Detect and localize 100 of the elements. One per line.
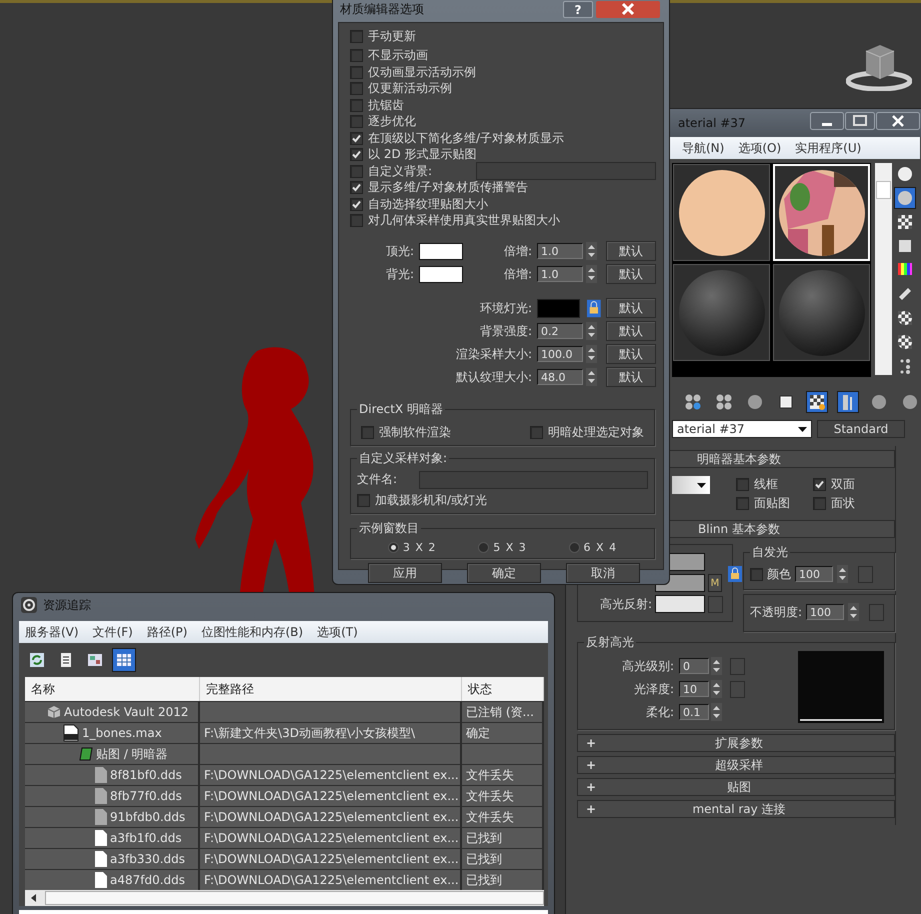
spinner-arrows-icon[interactable] (711, 703, 722, 721)
default-button[interactable]: 默认 (606, 298, 656, 318)
number-field[interactable]: 100.0 (537, 346, 583, 362)
radio-label: 3 X 2 (402, 541, 436, 554)
close-icon[interactable] (876, 112, 920, 130)
spinner-arrows-icon[interactable] (837, 565, 848, 583)
radio-button[interactable] (568, 542, 580, 553)
default-button[interactable]: 默认 (606, 367, 656, 387)
field-label: 光泽度: (632, 680, 674, 698)
background-field[interactable] (476, 162, 656, 180)
tool-button[interactable] (894, 187, 916, 209)
checkbox[interactable] (357, 494, 370, 508)
number-field[interactable]: 100 (806, 604, 844, 620)
color-swatch[interactable] (655, 595, 705, 613)
checkbox[interactable] (350, 49, 363, 62)
menu-item[interactable]: 导航(N) (682, 140, 724, 156)
tool-button[interactable] (112, 648, 136, 672)
checkbox[interactable] (350, 164, 363, 178)
minimize-icon[interactable] (810, 112, 844, 130)
checkbox[interactable] (350, 30, 363, 43)
color-swatch[interactable] (419, 266, 463, 282)
checkbox[interactable] (350, 82, 363, 96)
spinner-arrows-icon[interactable] (586, 322, 597, 340)
rollout-header[interactable]: + 超级采样 (577, 756, 895, 774)
checkbox[interactable] (350, 198, 363, 211)
checkbox[interactable] (350, 132, 363, 145)
checkbox-label: 面贴图 (754, 495, 790, 512)
spinner-arrows-icon[interactable] (586, 265, 597, 283)
default-button[interactable]: 默认 (606, 344, 656, 364)
field-label: 背光: (384, 266, 414, 282)
tool-button[interactable] (837, 391, 859, 413)
lock-icon[interactable] (728, 566, 742, 582)
menu-item[interactable]: 实用程序(U) (795, 140, 862, 156)
spinner-arrows-icon[interactable] (848, 603, 860, 621)
help-button[interactable]: ? (563, 1, 593, 18)
spinner-arrows-icon[interactable] (586, 368, 597, 386)
checkbox[interactable] (361, 426, 374, 439)
checkbox[interactable] (350, 214, 363, 228)
rollout-header[interactable]: + mental ray 连接 (577, 800, 895, 818)
default-button[interactable]: 默认 (606, 241, 656, 261)
number-field[interactable]: 48.0 (537, 369, 583, 385)
menu-item[interactable]: 位图性能和内存(B) (201, 624, 304, 640)
default-button[interactable]: 默认 (606, 321, 656, 341)
checkbox[interactable] (350, 148, 363, 162)
menu-item[interactable]: 选项(O) (738, 140, 782, 156)
scroll-left-icon[interactable] (29, 893, 39, 903)
default-button[interactable]: 默认 (606, 264, 656, 284)
table-cell: 已找到 (462, 828, 544, 848)
file-icon (95, 788, 107, 804)
rollout-header[interactable]: + 贴图 (577, 778, 895, 796)
dialog-button[interactable]: 应用 (368, 563, 442, 583)
checkbox[interactable] (736, 478, 749, 491)
checkbox[interactable] (350, 115, 363, 128)
menu-item[interactable]: 服务器(V) (25, 624, 79, 640)
column-header[interactable]: 完整路径 (200, 677, 462, 701)
maximize-icon[interactable] (845, 112, 875, 130)
material-name-dropdown[interactable]: aterial #37 (672, 420, 812, 438)
lock-icon[interactable] (587, 298, 601, 318)
checkbox[interactable] (530, 426, 543, 439)
dialog-button[interactable]: 确定 (467, 563, 541, 583)
square-icon (896, 237, 914, 255)
menu-item[interactable]: 选项(T) (317, 624, 358, 640)
checkbox[interactable] (736, 497, 749, 510)
column-header[interactable]: 名称 (25, 677, 200, 701)
column-header[interactable]: 状态 (462, 677, 544, 701)
file-name-field[interactable] (419, 470, 648, 488)
checkbox[interactable] (813, 478, 826, 491)
spinner-arrows-icon[interactable] (586, 242, 597, 260)
radio-button[interactable] (478, 542, 490, 553)
number-field[interactable]: 1.0 (537, 266, 583, 282)
material-type-button[interactable]: Standard (817, 420, 905, 438)
spinner-arrows-icon[interactable] (586, 345, 597, 363)
number-field[interactable]: 1.0 (537, 243, 583, 259)
number-field[interactable]: 10 (679, 681, 709, 697)
close-icon[interactable] (596, 1, 660, 18)
tool-button[interactable] (806, 391, 828, 413)
field-label: 文件名: (357, 471, 398, 488)
scrollbar[interactable] (25, 890, 544, 906)
color-swatch[interactable] (419, 242, 463, 260)
color-swatch[interactable] (537, 298, 580, 318)
rollout-header[interactable]: + 扩展参数 (577, 734, 895, 752)
checkbox[interactable] (350, 98, 363, 112)
shader-dropdown[interactable] (672, 476, 710, 494)
spinner-arrows-icon[interactable] (711, 680, 722, 698)
scrollbar[interactable] (875, 163, 892, 375)
number-field[interactable]: 0 (679, 658, 709, 674)
number-field[interactable]: 0.1 (679, 704, 709, 720)
checkbox[interactable] (350, 66, 363, 79)
menu-item[interactable]: 文件(F) (92, 624, 133, 640)
radio-button[interactable] (388, 542, 399, 553)
checkbox[interactable] (350, 181, 363, 194)
dialog-button[interactable]: 取消 (566, 563, 640, 583)
checkbox[interactable] (813, 497, 826, 510)
number-field[interactable]: 0.2 (537, 323, 583, 339)
checkbox[interactable] (750, 568, 763, 580)
map-button[interactable]: M (708, 574, 722, 592)
menu-item[interactable]: 路径(P) (146, 624, 188, 640)
number-field[interactable]: 100 (795, 566, 833, 582)
checkbox-label: 明暗处理选定对象 (548, 424, 644, 441)
spinner-arrows-icon[interactable] (711, 657, 722, 675)
